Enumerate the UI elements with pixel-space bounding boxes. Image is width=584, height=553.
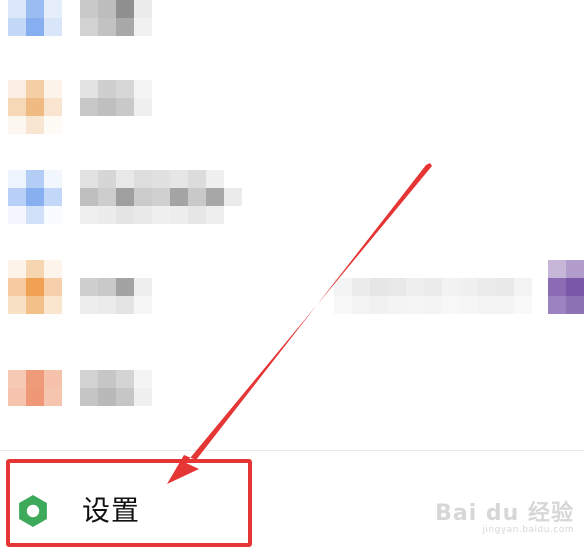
- blurred-label: [80, 370, 152, 406]
- gear-icon: [15, 493, 51, 529]
- menu-item-blurred-4[interactable]: [0, 250, 584, 340]
- blurred-icon: [8, 80, 62, 134]
- blurred-label: [80, 0, 152, 36]
- menu-item-blurred-3[interactable]: [0, 160, 584, 250]
- menu-divider: [0, 450, 584, 451]
- blurred-icon: [8, 370, 62, 406]
- menu-item-blurred-5[interactable]: [0, 350, 584, 440]
- settings-label: 设置: [82, 494, 141, 527]
- blurred-label: [80, 80, 152, 116]
- menu-item-blurred-1[interactable]: [0, 0, 584, 70]
- watermark: Bai du 经验 jingyan.baidu.com: [435, 495, 574, 535]
- menu-screen: 设置 Bai du 经验 jingyan.baidu.com: [0, 0, 584, 553]
- blurred-value: [334, 278, 532, 314]
- blurred-avatar: [548, 260, 584, 314]
- menu-item-blurred-2[interactable]: [0, 70, 584, 160]
- blurred-label: [80, 170, 242, 224]
- blurred-icon: [8, 260, 62, 314]
- watermark-main: Bai du 经验: [435, 501, 574, 526]
- blurred-icon: [8, 170, 62, 224]
- blurred-icon: [8, 0, 62, 36]
- blurred-label: [80, 278, 152, 314]
